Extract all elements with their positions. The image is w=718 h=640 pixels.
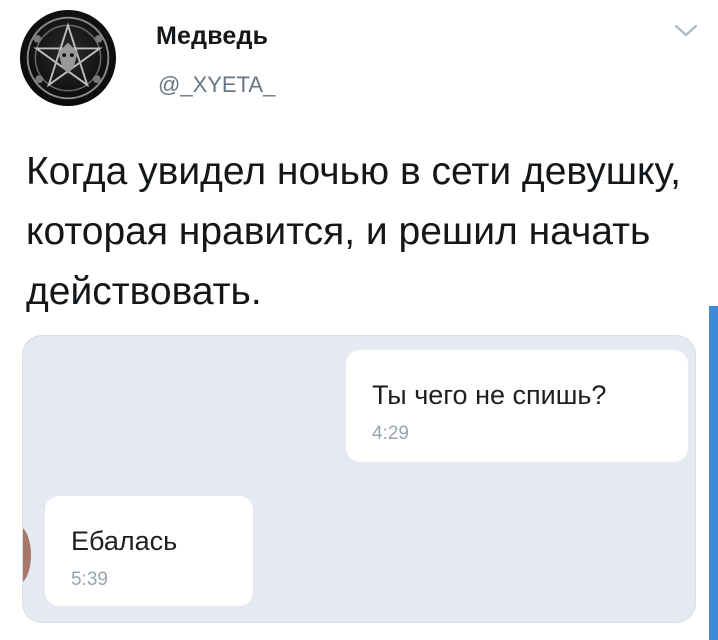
contact-avatar bbox=[23, 526, 31, 584]
tweet-text: Когда увидел ночью в сети девушку, котор… bbox=[26, 150, 681, 313]
chevron-down-icon[interactable] bbox=[672, 20, 700, 40]
outgoing-message-bubble: Ты чего не спишь? 4:29 bbox=[346, 350, 688, 462]
chat-screenshot[interactable]: Ты чего не спишь? 4:29 Ебалась 5:39 bbox=[22, 335, 696, 623]
avatar[interactable] bbox=[20, 10, 116, 106]
user-handle[interactable]: @_XYETA_ bbox=[158, 72, 275, 98]
display-name[interactable]: Медведь bbox=[156, 22, 268, 51]
pentagram-avatar-icon bbox=[26, 16, 110, 100]
message-text: Ебалась bbox=[71, 526, 178, 556]
message-time: 5:39 bbox=[71, 569, 108, 590]
message-text: Ты чего не спишь? bbox=[372, 380, 607, 410]
incoming-message-bubble: Ебалась 5:39 bbox=[45, 496, 253, 606]
message-time: 4:29 bbox=[372, 423, 409, 444]
accent-stripe bbox=[709, 306, 718, 640]
